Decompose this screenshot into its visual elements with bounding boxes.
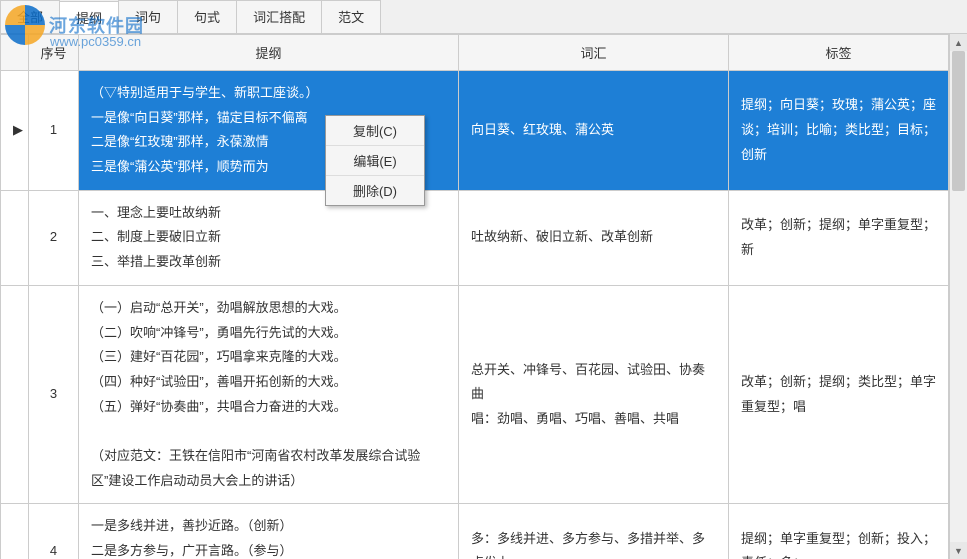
tab-sample[interactable]: 范文 xyxy=(321,0,381,33)
cell-seq: 1 xyxy=(29,71,79,191)
table-row[interactable]: 4一是多线并进，善抄近路。（创新） 二是多方参与，广开言路。（参与） 三是多措并… xyxy=(1,504,949,559)
expand-toggle[interactable] xyxy=(1,190,29,285)
cell-vocab[interactable]: 多：多线并进、多方参与、多措并举、多点发力 xyxy=(459,504,729,559)
ctx-edit[interactable]: 编辑(E) xyxy=(326,146,424,176)
ctx-copy[interactable]: 复制(C) xyxy=(326,116,424,146)
cell-seq: 3 xyxy=(29,285,79,504)
header-expand[interactable] xyxy=(1,35,29,71)
tab-sentence[interactable]: 句式 xyxy=(177,0,237,33)
cell-tags[interactable]: 改革；创新；提纲；单字重复型；新 xyxy=(729,190,949,285)
table-row[interactable]: 2一、理念上要吐故纳新 二、制度上要破旧立新 三、举措上要改革创新吐故纳新、破旧… xyxy=(1,190,949,285)
table-row[interactable]: 3（一）启动“总开关”，劲唱解放思想的大戏。 （二）吹响“冲锋号”，勇唱先行先试… xyxy=(1,285,949,504)
context-menu: 复制(C) 编辑(E) 删除(D) xyxy=(325,115,425,206)
expand-toggle[interactable] xyxy=(1,504,29,559)
cell-vocab[interactable]: 向日葵、红玫瑰、蒲公英 xyxy=(459,71,729,191)
vertical-scrollbar[interactable]: ▲ ▼ xyxy=(950,34,967,559)
tab-phrase[interactable]: 词句 xyxy=(118,0,178,33)
cell-seq: 2 xyxy=(29,190,79,285)
cell-vocab[interactable]: 吐故纳新、破旧立新、改革创新 xyxy=(459,190,729,285)
cell-tags[interactable]: 改革；创新；提纲；类比型；单字重复型；唱 xyxy=(729,285,949,504)
tab-outline[interactable]: 提纲 xyxy=(59,1,119,34)
scroll-down-arrow-icon[interactable]: ▼ xyxy=(950,542,967,559)
header-vocab[interactable]: 词汇 xyxy=(459,35,729,71)
scrollbar-thumb[interactable] xyxy=(952,51,965,191)
cell-outline[interactable]: （一）启动“总开关”，劲唱解放思想的大戏。 （二）吹响“冲锋号”，勇唱先行先试的… xyxy=(79,285,459,504)
expand-toggle[interactable] xyxy=(1,285,29,504)
cell-tags[interactable]: 提纲；单字重复型；创新；投入；责任；多； xyxy=(729,504,949,559)
data-table: 序号 提纲 词汇 标签 ▶1（▽特别适用于与学生、新职工座谈。） 一是像“向日葵… xyxy=(0,34,949,559)
header-outline[interactable]: 提纲 xyxy=(79,35,459,71)
tab-all[interactable]: 全部 xyxy=(0,0,60,33)
ctx-delete[interactable]: 删除(D) xyxy=(326,176,424,205)
table-row[interactable]: ▶1（▽特别适用于与学生、新职工座谈。） 一是像“向日葵”那样，锚定目标不偏离 … xyxy=(1,71,949,191)
table-header-row: 序号 提纲 词汇 标签 xyxy=(1,35,949,71)
cell-tags[interactable]: 提纲；向日葵；玫瑰；蒲公英；座谈；培训；比喻；类比型；目标；创新 xyxy=(729,71,949,191)
tab-bar: 全部 提纲 词句 句式 词汇搭配 范文 xyxy=(0,0,967,34)
table-scroll-area[interactable]: 序号 提纲 词汇 标签 ▶1（▽特别适用于与学生、新职工座谈。） 一是像“向日葵… xyxy=(0,34,950,559)
scroll-up-arrow-icon[interactable]: ▲ xyxy=(950,34,967,51)
header-seq[interactable]: 序号 xyxy=(29,35,79,71)
expand-toggle[interactable]: ▶ xyxy=(1,71,29,191)
cell-outline[interactable]: 一是多线并进，善抄近路。（创新） 二是多方参与，广开言路。（参与） 三是多措并举… xyxy=(79,504,459,559)
tab-collocation[interactable]: 词汇搭配 xyxy=(236,0,322,33)
header-tags[interactable]: 标签 xyxy=(729,35,949,71)
scrollbar-track[interactable] xyxy=(950,51,967,542)
cell-seq: 4 xyxy=(29,504,79,559)
cell-vocab[interactable]: 总开关、冲锋号、百花园、试验田、协奏曲 唱：劲唱、勇唱、巧唱、善唱、共唱 xyxy=(459,285,729,504)
